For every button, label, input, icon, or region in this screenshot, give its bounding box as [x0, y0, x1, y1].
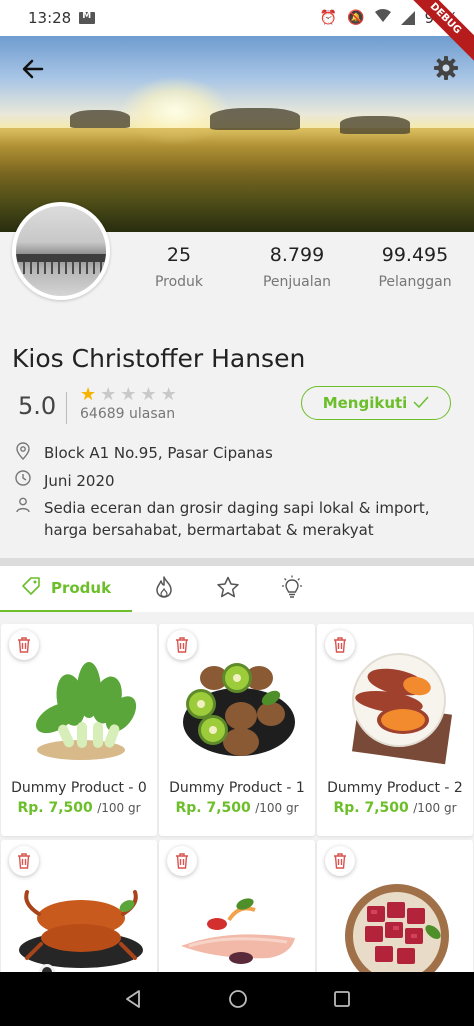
price-value: Rp. 7,500	[175, 800, 251, 816]
trash-icon	[176, 853, 188, 869]
avatar-pier	[16, 254, 106, 262]
product-name: Dummy Product - 2	[327, 780, 463, 796]
mute-icon: 🔕	[347, 10, 365, 26]
store-address: Block A1 No.95, Pasar Cipanas	[44, 444, 273, 462]
rating-value: 5.0	[18, 392, 57, 420]
star-icon: ★	[160, 384, 177, 405]
banner-tree	[340, 116, 410, 134]
stat-produk: 25 Produk	[120, 244, 238, 290]
product-name: Dummy Product - 0	[11, 780, 147, 796]
stat-label: Produk	[154, 274, 204, 290]
wifi-icon	[374, 9, 391, 27]
product-card[interactable]: Dummy Product - 0 Rp. 7,500 /100 gr	[1, 624, 157, 836]
tab-trending[interactable]	[132, 566, 196, 612]
delete-button[interactable]	[325, 846, 355, 876]
price-value: Rp. 7,500	[333, 800, 409, 816]
product-name: Dummy Product - 1	[169, 780, 305, 796]
store-name: Kios Christoffer Hansen	[12, 344, 306, 373]
follow-label: Mengikuti	[322, 394, 408, 412]
system-nav-bar	[0, 972, 474, 1026]
trash-icon	[18, 637, 30, 653]
delete-button[interactable]	[9, 846, 39, 876]
check-icon	[413, 394, 429, 412]
tab-produk[interactable]: Produk	[0, 566, 132, 612]
status-bar: 13:28 ⏰ 🔕 94%	[0, 0, 474, 36]
delete-button[interactable]	[167, 846, 197, 876]
store-tabs: Produk	[0, 566, 474, 612]
tab-label: Produk	[50, 579, 112, 597]
tab-favorites[interactable]	[196, 566, 260, 612]
delete-button[interactable]	[9, 630, 39, 660]
product-price: Rp. 7,500 /100 gr	[317, 800, 473, 816]
star-icon: ★	[120, 384, 137, 405]
avatar-pier-legs	[16, 262, 106, 274]
rating-stars: ★ ★ ★ ★ ★	[80, 384, 177, 405]
star-icon: ★	[140, 384, 157, 405]
trash-icon	[334, 637, 346, 653]
tab-ideas[interactable]	[260, 566, 324, 612]
stat-value: 99.495	[381, 244, 449, 266]
signal-icon	[400, 11, 415, 25]
trash-icon	[334, 853, 346, 869]
mail-icon	[79, 11, 96, 24]
section-divider	[0, 558, 474, 566]
stat-label: Penjualan	[262, 274, 332, 290]
stat-penjualan: 8.799 Penjualan	[238, 244, 356, 290]
stat-label: Pelanggan	[378, 274, 452, 290]
lightbulb-icon	[279, 575, 305, 604]
product-price: Rp. 7,500 /100 gr	[159, 800, 315, 816]
product-card[interactable]: Dummy Product - 1 Rp. 7,500 /100 gr	[159, 624, 315, 836]
product-price: Rp. 7,500 /100 gr	[1, 800, 157, 816]
review-count: 64689 ulasan	[80, 406, 176, 422]
banner-tree	[70, 110, 130, 128]
address-row: Block A1 No.95, Pasar Cipanas	[14, 442, 273, 466]
star-icon: ★	[100, 384, 117, 405]
stat-value: 8.799	[269, 244, 325, 266]
product-card[interactable]: Dummy Product - 2 Rp. 7,500 /100 gr	[317, 624, 473, 836]
rating-divider	[66, 392, 67, 424]
stat-value: 25	[166, 244, 192, 266]
status-time: 13:28	[28, 9, 72, 27]
location-pin-icon	[14, 442, 32, 466]
nav-home-icon[interactable]	[228, 989, 248, 1009]
product-grid: Dummy Product - 0 Rp. 7,500 /100 gr Dumm…	[0, 624, 474, 1026]
nav-recents-icon[interactable]	[333, 990, 351, 1008]
banner-tree	[210, 108, 300, 130]
nav-back-icon[interactable]	[123, 989, 143, 1009]
alarm-icon: ⏰	[319, 10, 338, 26]
star-outline-icon	[216, 576, 240, 603]
price-unit: /100 gr	[413, 801, 457, 815]
joined-row: Juni 2020	[14, 470, 115, 492]
tag-icon	[21, 576, 41, 600]
price-unit: /100 gr	[97, 801, 141, 815]
clock-icon	[14, 470, 32, 492]
price-value: Rp. 7,500	[17, 800, 93, 816]
gear-icon[interactable]	[432, 54, 460, 82]
fire-icon	[155, 575, 173, 603]
store-description: Sedia eceran dan grosir daging sapi loka…	[44, 499, 430, 539]
delete-button[interactable]	[167, 630, 197, 660]
star-icon: ★	[80, 384, 97, 405]
person-icon	[14, 497, 32, 541]
arrow-left-icon[interactable]	[20, 56, 46, 82]
description-row: Sedia eceran dan grosir daging sapi loka…	[14, 497, 464, 541]
store-joined: Juni 2020	[44, 472, 115, 490]
trash-icon	[176, 637, 188, 653]
store-avatar[interactable]	[12, 202, 110, 300]
trash-icon	[18, 853, 30, 869]
delete-button[interactable]	[325, 630, 355, 660]
stat-pelanggan: 99.495 Pelanggan	[356, 244, 474, 290]
price-unit: /100 gr	[255, 801, 299, 815]
store-stats: 25 Produk 8.799 Penjualan 99.495 Pelangg…	[120, 244, 474, 290]
follow-button[interactable]: Mengikuti	[301, 386, 451, 420]
